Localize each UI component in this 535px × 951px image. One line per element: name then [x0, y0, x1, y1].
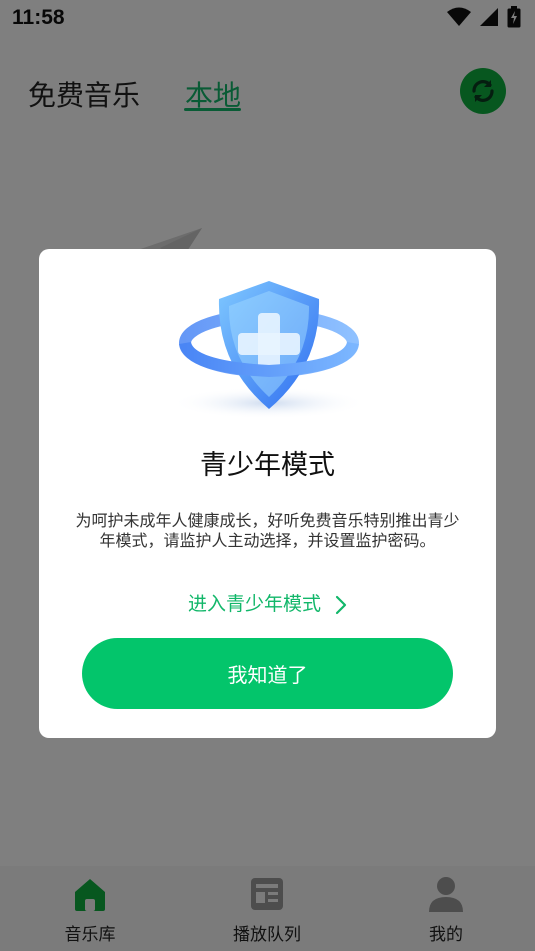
dialog-description: 为呵护未成年人健康成长，好听免费音乐特别推出青少年模式，请监护人主动选择，并设置…: [75, 511, 460, 550]
confirm-button[interactable]: 我知道了: [82, 638, 453, 709]
enter-teen-mode-link[interactable]: 进入青少年模式: [39, 589, 496, 616]
shield-illustration: [169, 255, 369, 425]
chevron-right-icon: [335, 595, 347, 614]
dialog-title: 青少年模式: [200, 450, 335, 481]
shield-icon: [171, 281, 367, 419]
confirm-button-label: 我知道了: [227, 663, 308, 687]
enter-teen-mode-label: 进入青少年模式: [187, 593, 321, 615]
teen-mode-dialog: 青少年模式 为呵护未成年人健康成长，好听免费音乐特别推出青少年模式，请监护人主动…: [39, 249, 496, 738]
